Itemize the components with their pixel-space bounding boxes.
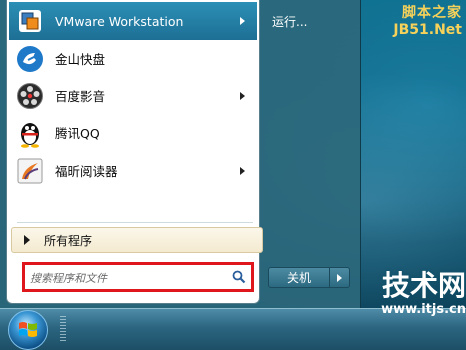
all-programs-label: 所有程序 [44,233,93,248]
windows-logo-icon [19,322,37,337]
watermark-line: 脚本之家 [402,5,462,21]
start-item-label: 百度影音 [55,89,106,104]
search-icon[interactable] [230,268,248,286]
submenu-arrow-icon[interactable] [240,166,245,175]
search-input[interactable] [30,270,230,286]
taskbar-grip[interactable] [60,316,66,342]
start-item-label: 福昕阅读器 [55,164,118,179]
start-item-baidu-player[interactable]: 百度影音 [9,77,257,114]
start-menu-programs-pane: VMware Workstation 金山快盘 百度影音 腾讯QQ 福昕阅读器 … [6,0,263,304]
qq-penguin-icon [15,118,45,148]
watermark-line: www.itjs.cn [381,302,466,317]
start-item-label: 金山快盘 [55,52,106,67]
start-item-kuaipan[interactable]: 金山快盘 [9,40,257,77]
start-menu: VMware Workstation 金山快盘 百度影音 腾讯QQ 福昕阅读器 … [0,0,361,308]
expand-arrow-icon [24,235,30,245]
start-item-vmware[interactable]: VMware Workstation [9,2,257,40]
watermark-jb51: 脚本之家 JB51.Net [382,5,462,39]
watermark-line: JB51.Net [393,22,462,38]
foxit-reader-icon [15,156,45,186]
submenu-arrow-icon[interactable] [240,91,245,100]
baidu-player-icon [15,81,45,111]
watermark-itjs: 技术网 www.itjs.cn [318,270,466,318]
all-programs-button[interactable]: 所有程序 [11,227,263,253]
submenu-arrow-icon[interactable] [240,17,245,25]
start-item-label: 腾讯QQ [55,126,100,141]
start-item-qq[interactable]: 腾讯QQ [9,114,257,151]
menu-divider [17,222,253,223]
kuaipan-icon [15,44,45,74]
start-orb-button[interactable] [8,310,48,350]
start-item-label: VMware Workstation [55,13,184,29]
search-box-highlighted[interactable] [22,262,254,292]
watermark-line: 技术网 [381,269,466,302]
vmware-icon [15,6,45,36]
run-menu-item[interactable]: 运行... [272,13,307,30]
start-item-foxit[interactable]: 福昕阅读器 [9,152,257,189]
